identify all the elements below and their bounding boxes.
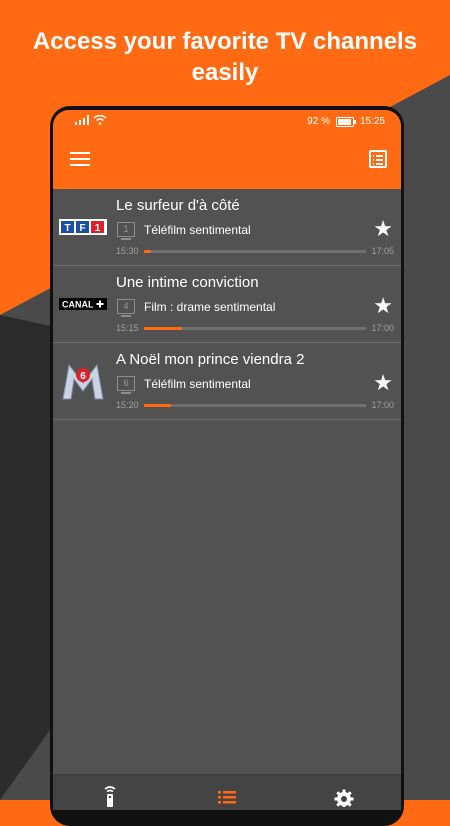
status-bar: 92 % 15:25 bbox=[53, 110, 401, 134]
progress-fill bbox=[144, 250, 151, 253]
progress-track bbox=[144, 327, 366, 330]
start-time: 15:30 bbox=[116, 246, 139, 256]
signal-indicators bbox=[75, 115, 107, 125]
program-title: Le surfeur d'à côté bbox=[116, 197, 240, 214]
program-list: T F 1 Le surfeur d'à côté 1 Téléfilm sen… bbox=[53, 189, 401, 420]
list-icon[interactable] bbox=[215, 783, 239, 807]
headline-line-2: easily bbox=[191, 59, 259, 86]
app-bar bbox=[53, 134, 401, 189]
m6-logo-icon: 6 bbox=[62, 363, 104, 400]
tv-guide-list-icon[interactable] bbox=[369, 150, 387, 168]
battery-percent: 92 % bbox=[307, 116, 330, 127]
svg-text:F: F bbox=[79, 223, 85, 234]
battery-icon bbox=[335, 116, 356, 127]
battery-level bbox=[337, 118, 351, 125]
clock: 15:25 bbox=[359, 116, 385, 127]
progress-track bbox=[144, 404, 366, 407]
promo-headline: Access your favorite TV channels easily bbox=[0, 26, 450, 88]
wifi-icon bbox=[93, 115, 107, 125]
svg-text:1: 1 bbox=[95, 223, 101, 234]
svg-text:6: 6 bbox=[80, 371, 86, 382]
settings-gear-icon[interactable] bbox=[332, 783, 356, 807]
end-time: 17:00 bbox=[371, 400, 394, 410]
program-row-tf1[interactable]: T F 1 Le surfeur d'à côté 1 Téléfilm sen… bbox=[53, 189, 401, 266]
cell-signal-icon bbox=[75, 115, 89, 125]
program-genre: Film : drame sentimental bbox=[144, 300, 276, 314]
progress-track bbox=[144, 250, 366, 253]
favorite-star-icon[interactable]: ★ bbox=[373, 372, 393, 394]
hamburger-menu-icon[interactable] bbox=[70, 152, 90, 168]
progress-fill bbox=[144, 327, 182, 330]
svg-text:T: T bbox=[64, 223, 70, 234]
status-right: 92 % 15:25 bbox=[307, 116, 385, 127]
svg-text:CANAL: CANAL bbox=[62, 300, 94, 310]
program-row-m6[interactable]: 6 A Noël mon prince viendra 2 6 Téléfilm… bbox=[53, 343, 401, 420]
program-genre: Téléfilm sentimental bbox=[144, 223, 251, 237]
favorite-star-icon[interactable]: ★ bbox=[373, 218, 393, 240]
channel-number-badge: 1 bbox=[117, 222, 135, 240]
end-time: 17:00 bbox=[371, 323, 394, 333]
start-time: 15:20 bbox=[116, 400, 139, 410]
remote-icon[interactable] bbox=[98, 783, 122, 807]
start-time: 15:15 bbox=[116, 323, 139, 333]
phone-screen: 92 % 15:25 T F 1 Le surfeur d'à côté 1 T… bbox=[53, 110, 401, 810]
program-row-canalplus[interactable]: CANAL Une intime conviction 4 Film : dra… bbox=[53, 266, 401, 343]
channel-number-badge: 4 bbox=[117, 299, 135, 317]
headline-line-1: Access your favorite TV channels bbox=[32, 28, 418, 55]
end-time: 17:05 bbox=[371, 246, 394, 256]
progress-fill bbox=[144, 404, 171, 407]
bottom-navigation bbox=[53, 774, 401, 810]
program-title: A Noël mon prince viendra 2 bbox=[116, 351, 305, 368]
channel-number-badge: 6 bbox=[117, 376, 135, 394]
favorite-star-icon[interactable]: ★ bbox=[373, 295, 393, 317]
tf1-logo-icon: T F 1 bbox=[59, 219, 107, 235]
canal-plus-logo-icon: CANAL bbox=[59, 298, 107, 310]
program-title: Une intime conviction bbox=[116, 274, 259, 291]
program-genre: Téléfilm sentimental bbox=[144, 377, 251, 391]
